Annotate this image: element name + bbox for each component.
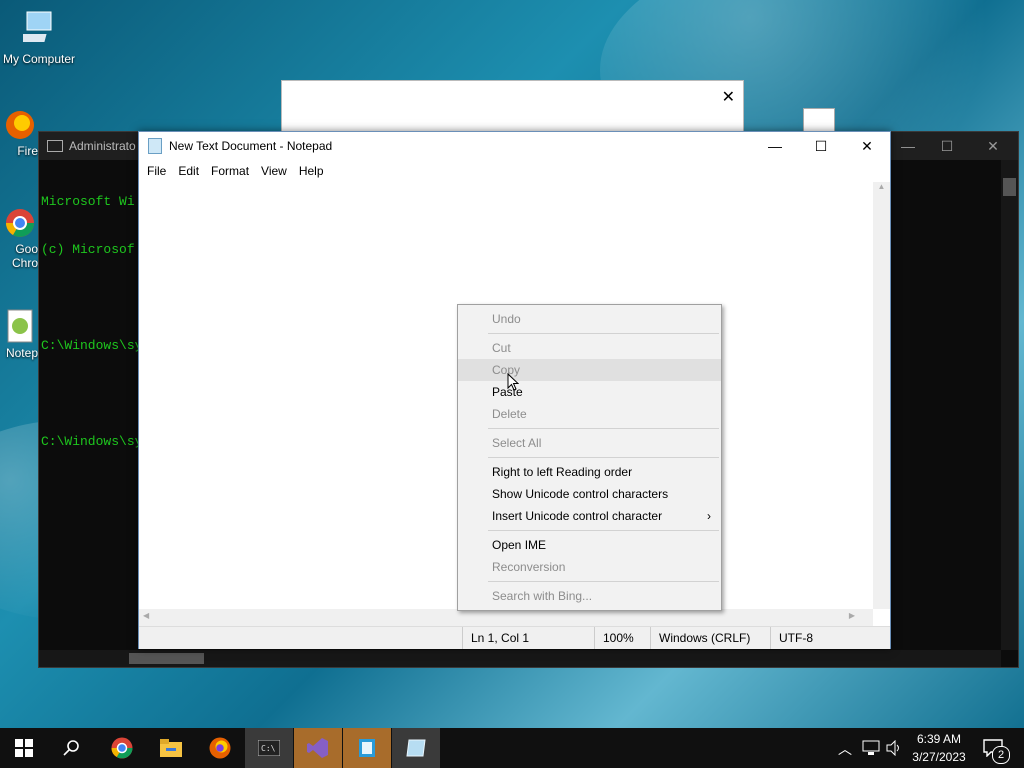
network-icon[interactable] (862, 740, 880, 756)
horizontal-scrollbar[interactable]: ◀ ▶ (139, 609, 873, 626)
menu-help[interactable]: Help (293, 164, 330, 178)
clock-time: 6:39 AM (916, 732, 962, 746)
scroll-left-icon[interactable]: ◀ (143, 611, 149, 620)
taskbar-cmd[interactable]: C:\ (245, 728, 293, 768)
status-bar: Ln 1, Col 1 100% Windows (CRLF) UTF-8 (139, 626, 890, 649)
close-icon[interactable]: ✕ (722, 87, 735, 107)
scroll-thumb[interactable] (129, 653, 204, 664)
terminal-icon: C:\ (258, 740, 280, 756)
notification-center-button[interactable]: 2 (980, 736, 1010, 764)
notepadpp-icon (6, 308, 34, 344)
chrome-icon (4, 206, 36, 240)
menu-item-delete[interactable]: Delete (458, 403, 721, 425)
menu-bar: File Edit Format View Help (139, 160, 890, 182)
horizontal-scrollbar[interactable] (39, 650, 1001, 667)
vertical-scrollbar[interactable] (1001, 160, 1018, 650)
desktop-icon-my-computer[interactable]: My Computer (0, 10, 78, 66)
system-clock[interactable]: 6:39 AM 3/27/2023 (904, 730, 974, 766)
menu-item-open-ime[interactable]: Open IME (458, 534, 721, 556)
svg-text:C:\: C:\ (261, 744, 276, 753)
desktop-icon-label: Chro (11, 256, 38, 270)
desktop-icon-label: Notep (5, 346, 38, 360)
menu-item-rtl-reading-order[interactable]: Right to left Reading order (458, 461, 721, 483)
desktop-icon-label: Goo (15, 242, 38, 256)
maximize-button[interactable]: ☐ (798, 132, 844, 160)
minimize-button[interactable]: — (752, 132, 798, 160)
notepad-icon (406, 739, 426, 757)
menu-item-search-with-bing[interactable]: Search with Bing... (458, 585, 721, 607)
desktop-icon-notepadpp[interactable]: Notep (0, 308, 40, 360)
close-button[interactable]: ✕ (970, 132, 1016, 160)
menu-item-copy[interactable]: Copy (458, 359, 721, 381)
search-button[interactable] (48, 728, 96, 768)
volume-icon[interactable] (885, 740, 903, 756)
scroll-thumb[interactable] (1003, 178, 1016, 196)
menu-item-select-all[interactable]: Select All (458, 432, 721, 454)
cmd-icon (47, 140, 63, 152)
mouse-cursor-icon (507, 373, 519, 391)
app-icon (359, 739, 375, 757)
notepad-icon (148, 138, 162, 154)
menu-item-undo[interactable]: Undo (458, 308, 721, 330)
menu-separator (488, 428, 719, 429)
menu-item-cut[interactable]: Cut (458, 337, 721, 359)
computer-icon (16, 10, 55, 50)
menu-item-label: Insert Unicode control character (492, 509, 663, 523)
desktop-icon-firefox[interactable]: Fire (0, 108, 40, 158)
scroll-right-icon[interactable]: ▶ (849, 611, 855, 620)
status-line-ending: Windows (CRLF) (650, 627, 770, 649)
menu-item-paste[interactable]: Paste (458, 381, 721, 403)
taskbar: C:\ ︿ 6:39 AM 3/27/2023 2 (0, 728, 1024, 768)
windows-logo-icon (15, 739, 33, 757)
notification-badge: 2 (992, 746, 1010, 764)
window-title: New Text Document - Notepad (169, 139, 333, 153)
menu-view[interactable]: View (255, 164, 293, 178)
status-encoding: UTF-8 (770, 627, 888, 649)
scroll-up-icon[interactable]: ▲ (873, 182, 890, 191)
menu-item-reconversion[interactable]: Reconversion (458, 556, 721, 578)
menu-separator (488, 457, 719, 458)
visual-studio-icon (307, 738, 328, 758)
status-zoom: 100% (594, 627, 650, 649)
desktop-icon-chrome[interactable]: Goo Chro (0, 206, 40, 270)
menu-edit[interactable]: Edit (172, 164, 205, 178)
cmd-title: Administrato (69, 139, 136, 153)
start-button[interactable] (0, 728, 48, 768)
clock-date: 3/27/2023 (912, 750, 966, 764)
chrome-icon (111, 737, 133, 759)
search-icon (63, 740, 79, 756)
taskbar-notepad[interactable] (392, 728, 440, 768)
firefox-icon (209, 737, 231, 759)
status-position: Ln 1, Col 1 (462, 627, 594, 649)
folder-icon (160, 739, 182, 757)
taskbar-visual-studio[interactable] (294, 728, 342, 768)
desktop-icon-label: My Computer (2, 52, 76, 66)
menu-separator (488, 530, 719, 531)
firefox-icon (4, 108, 36, 142)
menu-separator (488, 333, 719, 334)
taskbar-chrome[interactable] (98, 728, 146, 768)
show-hidden-icons-button[interactable]: ︿ (838, 739, 852, 759)
maximize-button[interactable]: ☐ (924, 132, 970, 160)
taskbar-firefox[interactable] (196, 728, 244, 768)
menu-file[interactable]: File (141, 164, 172, 178)
taskbar-app-blue[interactable] (343, 728, 391, 768)
desktop-icon-label: Fire (17, 144, 38, 158)
menu-item-insert-unicode-control[interactable]: Insert Unicode control character › (458, 505, 721, 527)
menu-separator (488, 581, 719, 582)
vertical-scrollbar[interactable]: ▲ (873, 182, 890, 609)
chevron-right-icon: › (707, 509, 711, 523)
menu-item-show-unicode-control[interactable]: Show Unicode control characters (458, 483, 721, 505)
close-button[interactable]: ✕ (844, 132, 890, 160)
notepad-titlebar[interactable]: New Text Document - Notepad — ☐ ✕ (139, 132, 890, 160)
menu-format[interactable]: Format (205, 164, 255, 178)
taskbar-file-explorer[interactable] (147, 728, 195, 768)
context-menu: Undo Cut Copy Paste Delete Select All Ri… (457, 304, 722, 611)
